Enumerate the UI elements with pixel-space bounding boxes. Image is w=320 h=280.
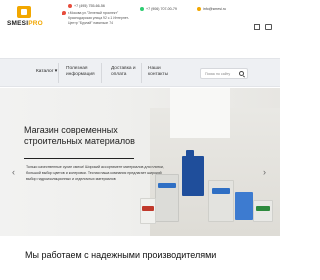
logo-icon [17,6,31,18]
nav-item-catalog[interactable]: Каталог ▾ [36,69,57,75]
phone-2[interactable]: +7 (906) 707-00-79 [140,7,177,11]
whatsapp-icon [140,7,144,11]
product-bottle-blue [182,156,204,196]
nav-divider [141,63,142,83]
nav-item-info[interactable]: Полезная информация [66,66,102,78]
brands-heading: Мы работаем с надежными производителями [25,250,217,260]
phone-1[interactable]: +7 (495) 755-66-56 [68,4,105,8]
hero-window-light [170,88,230,138]
product-bottle-cap [186,150,194,157]
email-link[interactable]: info@smesi.ru [197,7,226,11]
compare-icon[interactable] [254,24,260,30]
search-icon[interactable] [239,71,244,76]
logo-text: SMESIPRO [7,20,43,27]
hero-title: Магазин современных строительных материа… [24,125,135,146]
product-bucket [253,200,273,222]
product-bucket-label [142,206,154,211]
hero-underline [24,158,134,159]
logo[interactable]: SMESIPRO [7,6,43,28]
main-nav: Каталог ▾ Полезная информация Доставка и… [0,58,280,87]
slider-next-arrow[interactable]: › [263,167,266,177]
nav-item-delivery[interactable]: Доставка и оплата [111,66,141,78]
product-bucket-label [256,206,270,211]
nav-divider [58,63,59,83]
product-bag-label [158,183,176,188]
header-actions [254,24,272,30]
product-bucket [235,192,253,220]
location-icon [62,11,66,15]
product-bag-label [212,188,230,194]
hero-description: Только качественные сухие смеси! Широкий… [26,165,164,182]
slider-prev-arrow[interactable]: ‹ [12,167,15,177]
nav-divider [101,63,102,83]
cart-icon [265,24,272,30]
address-text: г.Москва ул."Зеленый проспект" Краснодар… [68,11,130,25]
product-bag [208,180,234,222]
cart-button[interactable] [265,24,272,30]
phone-icon [68,4,72,8]
nav-item-contacts[interactable]: Наши контакты [148,66,178,78]
mail-icon [197,7,201,11]
product-bucket [140,198,156,224]
hero-banner: Магазин современных строительных материа… [0,88,280,236]
